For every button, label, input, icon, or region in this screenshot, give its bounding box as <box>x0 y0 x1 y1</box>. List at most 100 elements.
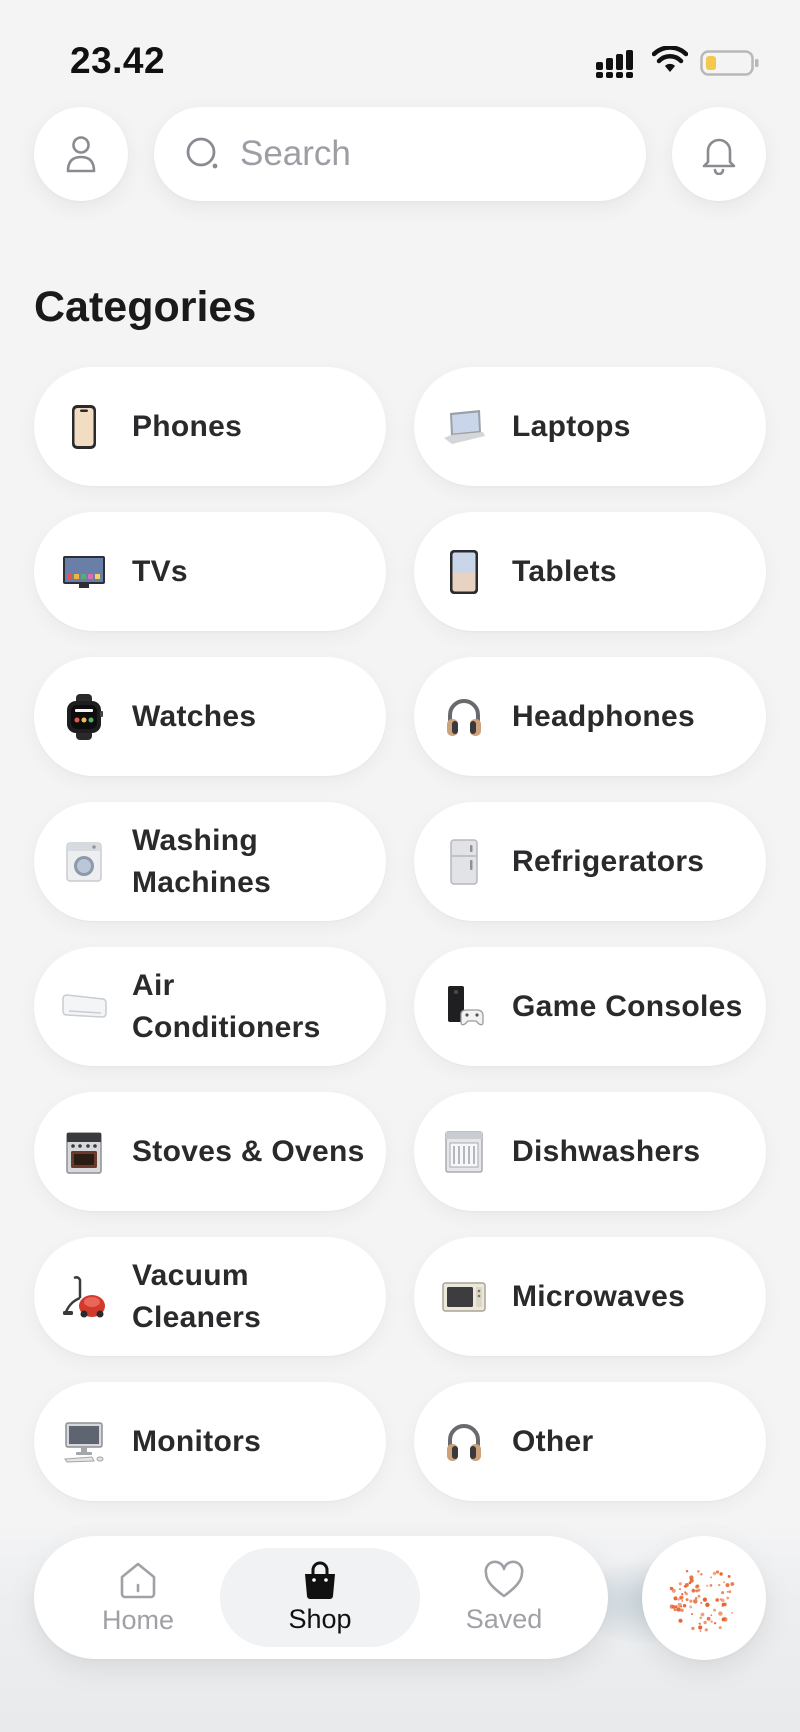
category-stoves-ovens[interactable]: Stoves & Ovens <box>34 1092 386 1211</box>
game-console-icon <box>440 983 488 1031</box>
ai-orb-dot <box>718 1583 721 1587</box>
ai-orb-dot <box>697 1594 701 1598</box>
ai-orb-dot <box>691 1613 693 1616</box>
ai-orb-dot <box>706 1602 709 1605</box>
ai-orb-dot <box>706 1584 709 1587</box>
category-monitors[interactable]: Monitors <box>34 1382 386 1501</box>
status-time: 23.42 <box>70 40 166 81</box>
category-label: Phones <box>132 409 243 443</box>
home-icon <box>120 1562 156 1599</box>
ai-orb-dot <box>678 1588 682 1591</box>
category-watches[interactable]: Watches <box>34 657 386 776</box>
ai-orb-dot <box>703 1620 707 1625</box>
ai-orb-dot <box>698 1625 703 1630</box>
category-label: Vacuum Cleaners <box>132 1258 262 1334</box>
ai-orb-dot <box>699 1616 702 1620</box>
ai-orb-dot <box>669 1586 674 1591</box>
category-vacuum-cleaners[interactable]: Vacuum Cleaners <box>34 1237 386 1356</box>
category-microwaves[interactable]: Microwaves <box>414 1237 766 1356</box>
refrigerator-icon <box>440 838 488 886</box>
category-tvs[interactable]: TVs <box>34 512 386 631</box>
category-game-consoles[interactable]: Game Consoles <box>414 947 766 1066</box>
ai-orb-dot <box>691 1588 696 1593</box>
category-label: Refrigerators <box>512 844 705 878</box>
ai-orb-dot <box>718 1626 722 1630</box>
phone-icon <box>60 403 108 451</box>
tablet-icon <box>440 548 488 596</box>
search-bar[interactable] <box>154 107 646 201</box>
category-label: Air Conditioners <box>132 968 321 1044</box>
shop-screen: 23.42 Search Categories Phones Laptops T… <box>0 0 800 1732</box>
nav-home[interactable]: Home <box>38 1548 238 1647</box>
nav-saved[interactable]: Saved <box>404 1548 604 1647</box>
ai-orb-dot <box>715 1598 720 1602</box>
battery-icon <box>700 50 759 76</box>
ai-orb-dot <box>719 1572 723 1576</box>
search-icon <box>186 137 218 169</box>
bell-icon <box>702 138 736 175</box>
microwave-icon <box>440 1273 488 1321</box>
ai-assistant-button[interactable] <box>642 1536 766 1660</box>
headphones-icon <box>440 693 488 741</box>
ai-orb-dot <box>710 1576 713 1579</box>
ai-orb-dot <box>676 1607 681 1612</box>
ai-orb-dot <box>688 1581 692 1585</box>
search-input[interactable] <box>240 134 620 174</box>
ai-orb-dot <box>685 1598 689 1602</box>
ai-orb-dot <box>677 1602 682 1608</box>
status-bar: 23.42 <box>0 0 800 110</box>
category-air-conditioners[interactable]: Air Conditioners <box>34 947 386 1066</box>
ai-orb-dot <box>721 1591 725 1595</box>
ai-orb-dot <box>685 1570 689 1573</box>
ai-orb-dot <box>683 1585 686 1588</box>
ai-orb-dot <box>713 1622 717 1625</box>
category-headphones[interactable]: Headphones <box>414 657 766 776</box>
category-label: Tablets <box>512 554 617 588</box>
profile-button[interactable] <box>34 107 128 201</box>
category-label: Washing Machines <box>132 823 272 899</box>
ai-orb-dot <box>699 1630 702 1632</box>
ai-orb-dot <box>698 1622 701 1625</box>
category-washing-machines[interactable]: Washing Machines <box>34 802 386 921</box>
nav-label: Saved <box>465 1604 543 1634</box>
ai-orb-dot <box>712 1571 717 1576</box>
ai-orb-dot <box>728 1590 732 1594</box>
category-laptops[interactable]: Laptops <box>414 367 766 486</box>
ai-orb-dot <box>686 1583 689 1586</box>
category-label: Watches <box>132 699 257 733</box>
category-refrigerators[interactable]: Refrigerators <box>414 802 766 921</box>
ai-orb-dot <box>682 1604 687 1608</box>
category-other[interactable]: Other <box>414 1382 766 1501</box>
notifications-button[interactable] <box>672 107 766 201</box>
ai-orb-icon <box>669 1570 735 1632</box>
shopping-bag-icon <box>305 1561 335 1599</box>
watch-icon <box>60 693 108 741</box>
bottom-nav: Home Shop Saved <box>34 1536 608 1659</box>
category-phones[interactable]: Phones <box>34 367 386 486</box>
category-label: Other <box>512 1424 594 1458</box>
ai-orb-dot <box>715 1570 720 1574</box>
nav-shop[interactable]: Shop <box>220 1548 420 1647</box>
wifi-icon <box>652 46 688 72</box>
category-label: Game Consoles <box>512 989 743 1023</box>
ai-orb-dot <box>726 1591 729 1593</box>
ai-orb-dot <box>677 1598 680 1601</box>
category-tablets[interactable]: Tablets <box>414 512 766 631</box>
ai-orb-dot <box>689 1605 693 1609</box>
ai-orb-dot <box>685 1592 688 1596</box>
ai-orb-dot <box>710 1614 713 1617</box>
tv-icon <box>60 548 108 596</box>
category-dishwashers[interactable]: Dishwashers <box>414 1092 766 1211</box>
ai-orb-dot <box>730 1582 735 1586</box>
ai-orb-dot <box>721 1602 725 1606</box>
ai-orb-dot <box>726 1596 730 1600</box>
category-label: Monitors <box>132 1424 262 1458</box>
ai-orb-dot <box>704 1628 708 1632</box>
laptop-icon <box>440 403 488 451</box>
ai-orb-dot <box>681 1600 684 1602</box>
categories-heading: Categories <box>34 283 257 331</box>
ai-orb-dot <box>689 1599 693 1603</box>
cellular-signal-icon <box>596 50 633 78</box>
ai-orb-dot <box>695 1585 699 1589</box>
monitor-icon <box>60 1418 108 1466</box>
